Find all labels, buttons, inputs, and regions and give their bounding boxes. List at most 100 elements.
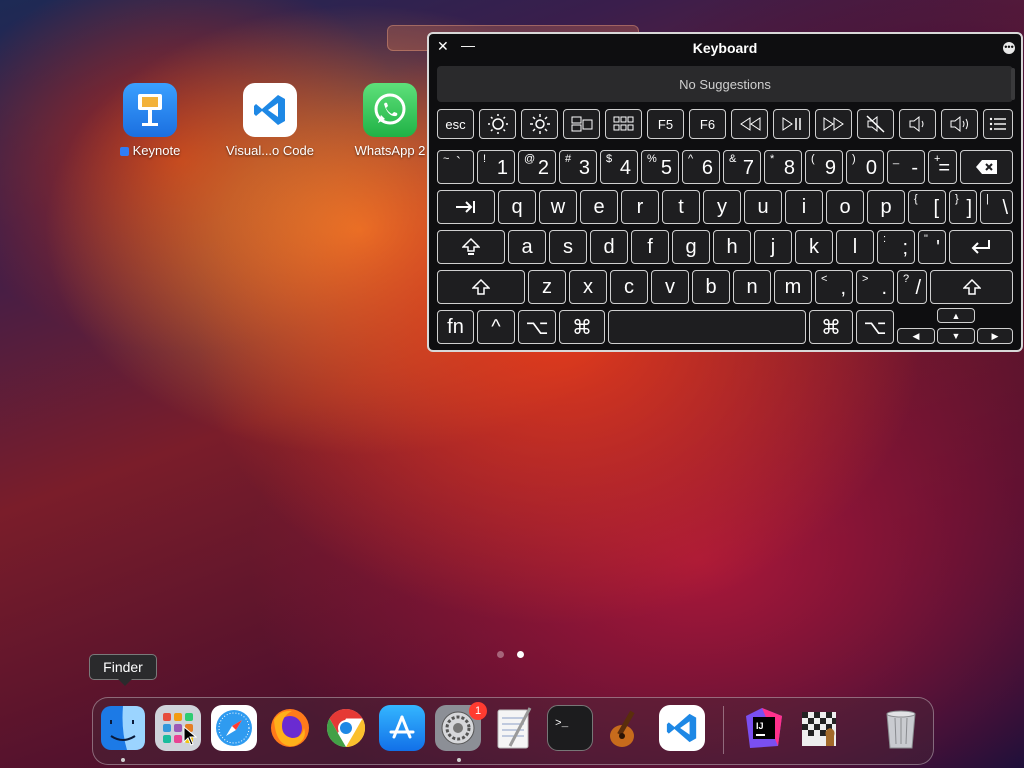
key-k[interactable]: k [795, 230, 833, 264]
key-h[interactable]: h [713, 230, 751, 264]
dock-finder[interactable] [100, 705, 146, 751]
key-p[interactable]: p [867, 190, 905, 224]
key-volume-up[interactable] [941, 109, 978, 139]
key-v[interactable]: v [651, 270, 689, 304]
key-quote[interactable]: " ' [918, 230, 946, 264]
key-f[interactable]: f [631, 230, 669, 264]
key-mission-control[interactable] [563, 109, 600, 139]
key-i[interactable]: i [785, 190, 823, 224]
dock-terminal[interactable]: >_ [547, 705, 593, 751]
key-equals[interactable]: + = [928, 150, 957, 184]
key-r[interactable]: r [621, 190, 659, 224]
key-left-bracket[interactable]: {[ [908, 190, 946, 224]
dock-trash[interactable] [878, 705, 924, 751]
key-play-pause[interactable] [773, 109, 810, 139]
suggestions-scroll-handle[interactable] [1011, 68, 1015, 100]
mute-icon [865, 115, 885, 133]
key-1[interactable]: ! 1 [477, 150, 515, 184]
page-dot-2-current[interactable] [517, 651, 524, 658]
key-f5[interactable]: F5 [647, 109, 684, 139]
key-q[interactable]: q [498, 190, 536, 224]
key-rewind[interactable] [731, 109, 768, 139]
launchpad-app-vscode[interactable]: Visual...o Code [215, 83, 325, 158]
key-list[interactable] [983, 109, 1013, 139]
key-left-option[interactable]: ⌥ [518, 310, 556, 344]
key-fn[interactable]: fn [437, 310, 474, 344]
key-2[interactable]: @2 [518, 150, 556, 184]
key-period[interactable]: >. [856, 270, 894, 304]
key-w[interactable]: w [539, 190, 577, 224]
key-right-shift[interactable] [930, 270, 1013, 304]
key-s[interactable]: s [549, 230, 587, 264]
key-brightness-down[interactable] [479, 109, 516, 139]
key-fast-forward[interactable] [815, 109, 852, 139]
dock-intellij[interactable]: IJ [741, 705, 787, 751]
key-b[interactable]: b [692, 270, 730, 304]
key-t[interactable]: t [662, 190, 700, 224]
key-launchpad[interactable] [605, 109, 642, 139]
key-z[interactable]: z [528, 270, 566, 304]
dock-firefox[interactable] [267, 705, 313, 751]
key-d[interactable]: d [590, 230, 628, 264]
page-dot-1[interactable] [497, 651, 504, 658]
key-0[interactable]: ) 0 [846, 150, 884, 184]
dock-safari[interactable] [211, 705, 257, 751]
key-right-option[interactable]: ⌥ [856, 310, 894, 344]
key-right-command[interactable]: ⌘ [809, 310, 853, 344]
key-4[interactable]: $4 [600, 150, 638, 184]
svg-text:IJ: IJ [756, 721, 764, 731]
key-tab[interactable] [437, 190, 495, 224]
dock-garageband[interactable] [603, 705, 649, 751]
key-j[interactable]: j [754, 230, 792, 264]
key-u[interactable]: u [744, 190, 782, 224]
key-label: 0 [865, 157, 877, 179]
dock-textedit[interactable] [491, 705, 537, 751]
key-3[interactable]: #3 [559, 150, 597, 184]
key-esc[interactable]: esc [437, 109, 474, 139]
key-x[interactable]: x [569, 270, 607, 304]
key-slash[interactable]: ? / [897, 270, 927, 304]
launchpad-app-keynote[interactable]: Keynote [95, 83, 205, 158]
key-left-shift[interactable] [437, 270, 525, 304]
key-arrow-up[interactable]: ▲ [937, 308, 975, 323]
key-c[interactable]: c [610, 270, 648, 304]
key-y[interactable]: y [703, 190, 741, 224]
key-comma[interactable]: <, [815, 270, 853, 304]
key-backtick[interactable]: ~ ` [437, 150, 474, 184]
key-caps-lock[interactable] [437, 230, 505, 264]
key-5[interactable]: % 5 [641, 150, 679, 184]
key-arrow-right[interactable]: ▶ [977, 328, 1013, 344]
key-9[interactable]: (9 [805, 150, 843, 184]
key-minus[interactable]: _ - [887, 150, 925, 184]
key-m[interactable]: m [774, 270, 812, 304]
key-a[interactable]: a [508, 230, 546, 264]
key-o[interactable]: o [826, 190, 864, 224]
dock-app-store[interactable] [379, 705, 425, 751]
key-f6[interactable]: F6 [689, 109, 726, 139]
key-6[interactable]: ^ 6 [682, 150, 720, 184]
key-volume-down[interactable] [899, 109, 936, 139]
key-g[interactable]: g [672, 230, 710, 264]
key-return[interactable] [949, 230, 1013, 264]
key-8[interactable]: * 8 [764, 150, 802, 184]
key-semicolon[interactable]: :; [877, 230, 915, 264]
key-arrow-down[interactable]: ▼ [937, 328, 975, 344]
dock-chess[interactable] [797, 705, 843, 751]
key-mute[interactable] [857, 109, 894, 139]
key-label: w [550, 195, 566, 218]
key-left-command[interactable]: ⌘ [559, 310, 605, 344]
key-l[interactable]: l [836, 230, 874, 264]
key-e[interactable]: e [580, 190, 618, 224]
key-control[interactable]: ^ [477, 310, 515, 344]
key-backslash[interactable]: | \ [980, 190, 1013, 224]
key-right-bracket[interactable]: }] [949, 190, 977, 224]
dock-chrome[interactable] [323, 705, 369, 751]
key-delete[interactable] [960, 150, 1013, 184]
dock-vscode[interactable] [659, 705, 705, 751]
key-brightness-up[interactable] [521, 109, 558, 139]
key-space[interactable] [608, 310, 806, 344]
more-options-icon[interactable]: ••• [1003, 42, 1015, 54]
key-7[interactable]: & 7 [723, 150, 761, 184]
key-arrow-left[interactable]: ◀ [897, 328, 935, 344]
key-n[interactable]: n [733, 270, 771, 304]
